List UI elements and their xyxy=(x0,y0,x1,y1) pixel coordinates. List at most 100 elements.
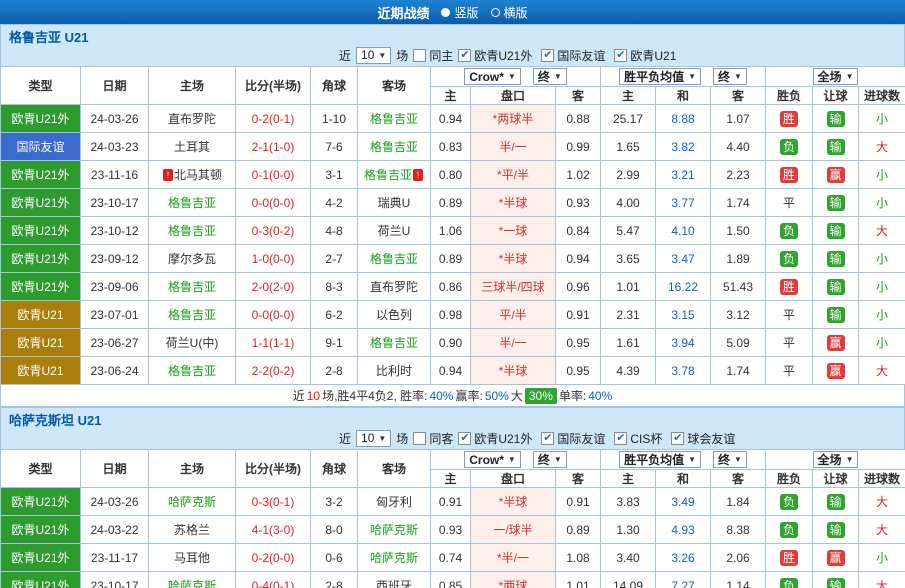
home-team-link[interactable]: 哈萨克斯 xyxy=(168,495,216,509)
avg-source-select[interactable]: 胜平负均值 ▼ xyxy=(619,68,702,85)
home-team-link[interactable]: 格鲁吉亚 xyxy=(168,364,216,378)
checkbox-icon[interactable] xyxy=(541,431,555,445)
match-score-link[interactable]: 2-1(1-0) xyxy=(235,132,311,161)
match-score-link[interactable]: 1-0(0-0) xyxy=(235,244,311,273)
home-team-link[interactable]: 格鲁吉亚 xyxy=(168,196,216,210)
league-filter[interactable]: 国际友谊 xyxy=(541,430,605,447)
avg-home-odds: 1.65 xyxy=(600,132,657,161)
chevron-down-icon: ▼ xyxy=(688,455,697,464)
match-score-link[interactable]: 0-0(0-0) xyxy=(235,188,311,217)
home-team-cell: 哈萨克斯 xyxy=(148,571,236,588)
match-count-select[interactable]: 10 ▼ xyxy=(356,46,392,64)
avg-home-odds: 1.61 xyxy=(600,328,657,357)
match-score-link[interactable]: 0-3(0-1) xyxy=(235,487,311,516)
home-team-cell: 苏格兰 xyxy=(148,515,236,544)
avg-home-odds: 5.47 xyxy=(600,216,657,245)
away-team-link[interactable]: 直布罗陀 xyxy=(370,280,418,294)
away-team-link[interactable]: 格鲁吉亚 xyxy=(364,168,412,182)
checkbox-icon[interactable] xyxy=(413,48,427,62)
home-team-link[interactable]: 格鲁吉亚 xyxy=(168,280,216,294)
home-team-link[interactable]: 马耳他 xyxy=(174,551,210,565)
team-title-link[interactable]: 格鲁吉亚 U21 xyxy=(9,27,88,46)
odds-final-select[interactable]: 终 ▼ xyxy=(532,68,567,85)
avg-final-select[interactable]: 终 ▼ xyxy=(713,68,747,85)
away-team-link[interactable]: 格鲁吉亚 xyxy=(370,140,418,154)
checkbox-icon[interactable] xyxy=(458,48,472,62)
odds-final-select[interactable]: 终 ▼ xyxy=(532,451,567,468)
match-score-link[interactable]: 2-2(0-2) xyxy=(235,356,311,385)
away-team-link[interactable]: 以色列 xyxy=(376,308,412,322)
avg-final-select[interactable]: 终 ▼ xyxy=(713,451,747,468)
radio-icon[interactable] xyxy=(490,7,500,17)
scope-value: 全场 xyxy=(817,453,842,467)
checkbox-icon[interactable] xyxy=(614,48,628,62)
league-filter[interactable]: CIS杯 xyxy=(614,430,662,447)
match-score-link[interactable]: 4-1(3-0) xyxy=(235,515,311,544)
league-filter[interactable]: 欧青U21 xyxy=(614,47,676,64)
home-team-link[interactable]: 苏格兰 xyxy=(174,523,210,537)
match-count-select[interactable]: 10 ▼ xyxy=(356,429,392,447)
away-team-link[interactable]: 西班牙 xyxy=(376,579,412,588)
col-avg-away: 客 xyxy=(710,469,767,488)
away-team-cell: 以色列 xyxy=(357,300,431,329)
same-side-filter[interactable]: 同客 xyxy=(413,430,453,447)
scope-select[interactable]: 全场 ▼ xyxy=(812,451,859,468)
match-score-link[interactable]: 0-0(0-0) xyxy=(235,300,311,329)
layout-radio-horizontal[interactable]: 横版 xyxy=(490,4,528,21)
table-row: 欧青U21 23-06-27 荷兰U(中) 1-1(1-1) 9-1 格鲁吉亚 0.90 半/… xyxy=(0,328,905,357)
summary-segment: 近 xyxy=(292,389,305,403)
match-score-link[interactable]: 2-0(2-0) xyxy=(235,272,311,301)
checkbox-icon[interactable] xyxy=(614,431,628,445)
match-score-link[interactable]: 0-3(0-2) xyxy=(235,216,311,245)
match-score-link[interactable]: 0-4(0-1) xyxy=(235,571,311,588)
home-team-cell: 格鲁吉亚 xyxy=(148,216,236,245)
checkbox-icon[interactable] xyxy=(458,431,472,445)
away-team-cell: 格鲁吉亚 xyxy=(357,132,431,161)
avg-home-odds: 25.17 xyxy=(600,104,657,133)
away-team-link[interactable]: 瑞典U xyxy=(378,196,411,210)
home-team-link[interactable]: 北马其顿 xyxy=(174,168,222,182)
league-filter[interactable]: 欧青U21外 xyxy=(458,47,532,64)
away-team-link[interactable]: 哈萨克斯 xyxy=(370,551,418,565)
home-team-link[interactable]: 土耳其 xyxy=(174,140,210,154)
match-score-link[interactable]: 0-2(0-1) xyxy=(235,104,311,133)
avg-source-select[interactable]: 胜平负均值 ▼ xyxy=(619,451,702,468)
away-team-link[interactable]: 格鲁吉亚 xyxy=(370,112,418,126)
checkbox-icon[interactable] xyxy=(541,48,555,62)
odds-handicap: *半球 xyxy=(470,188,556,217)
away-team-link[interactable]: 比利时 xyxy=(376,364,412,378)
radio-icon[interactable] xyxy=(441,7,451,17)
chevron-down-icon: ▼ xyxy=(553,455,562,464)
home-team-link[interactable]: 摩尔多瓦 xyxy=(168,252,216,266)
home-team-link[interactable]: 格鲁吉亚 xyxy=(168,308,216,322)
league-filter[interactable]: 欧青U21外 xyxy=(458,430,532,447)
match-score-link[interactable]: 0-2(0-0) xyxy=(235,543,311,572)
home-team-link[interactable]: 荷兰U(中) xyxy=(166,336,219,350)
away-team-link[interactable]: 匈牙利 xyxy=(376,495,412,509)
home-team-link[interactable]: 格鲁吉亚 xyxy=(168,224,216,238)
away-team-link[interactable]: 荷兰U xyxy=(378,224,411,238)
odds-away: 0.89 xyxy=(554,515,602,544)
odds-source-select[interactable]: Crow* ▼ xyxy=(464,451,521,468)
checkbox-icon[interactable] xyxy=(413,431,427,445)
home-team-cell: 格鲁吉亚 xyxy=(148,272,236,301)
away-team-link[interactable]: 格鲁吉亚 xyxy=(370,252,418,266)
checkbox-icon[interactable] xyxy=(671,431,685,445)
scope-select[interactable]: 全场 ▼ xyxy=(812,68,859,85)
odds-source-select[interactable]: Crow* ▼ xyxy=(464,68,521,85)
match-score-link[interactable]: 0-1(0-0) xyxy=(235,160,311,189)
layout-radio-vertical[interactable]: 竖版 xyxy=(441,4,479,21)
team-title-link[interactable]: 哈萨克斯坦 U21 xyxy=(9,410,101,429)
avg-home-odds: 1.01 xyxy=(600,272,657,301)
league-filter[interactable]: 国际友谊 xyxy=(541,47,605,64)
away-team-link[interactable]: 哈萨克斯 xyxy=(370,523,418,537)
result-cell: 负 xyxy=(765,216,814,245)
away-team-link[interactable]: 格鲁吉亚 xyxy=(370,336,418,350)
match-score-link[interactable]: 1-1(1-1) xyxy=(235,328,311,357)
same-side-filter[interactable]: 同主 xyxy=(413,47,453,64)
league-filter[interactable]: 球会友谊 xyxy=(671,430,735,447)
home-team-link[interactable]: 直布罗陀 xyxy=(168,112,216,126)
result-cell: 平 xyxy=(765,356,814,385)
result-cell: 平 xyxy=(765,300,814,329)
home-team-link[interactable]: 哈萨克斯 xyxy=(168,579,216,588)
